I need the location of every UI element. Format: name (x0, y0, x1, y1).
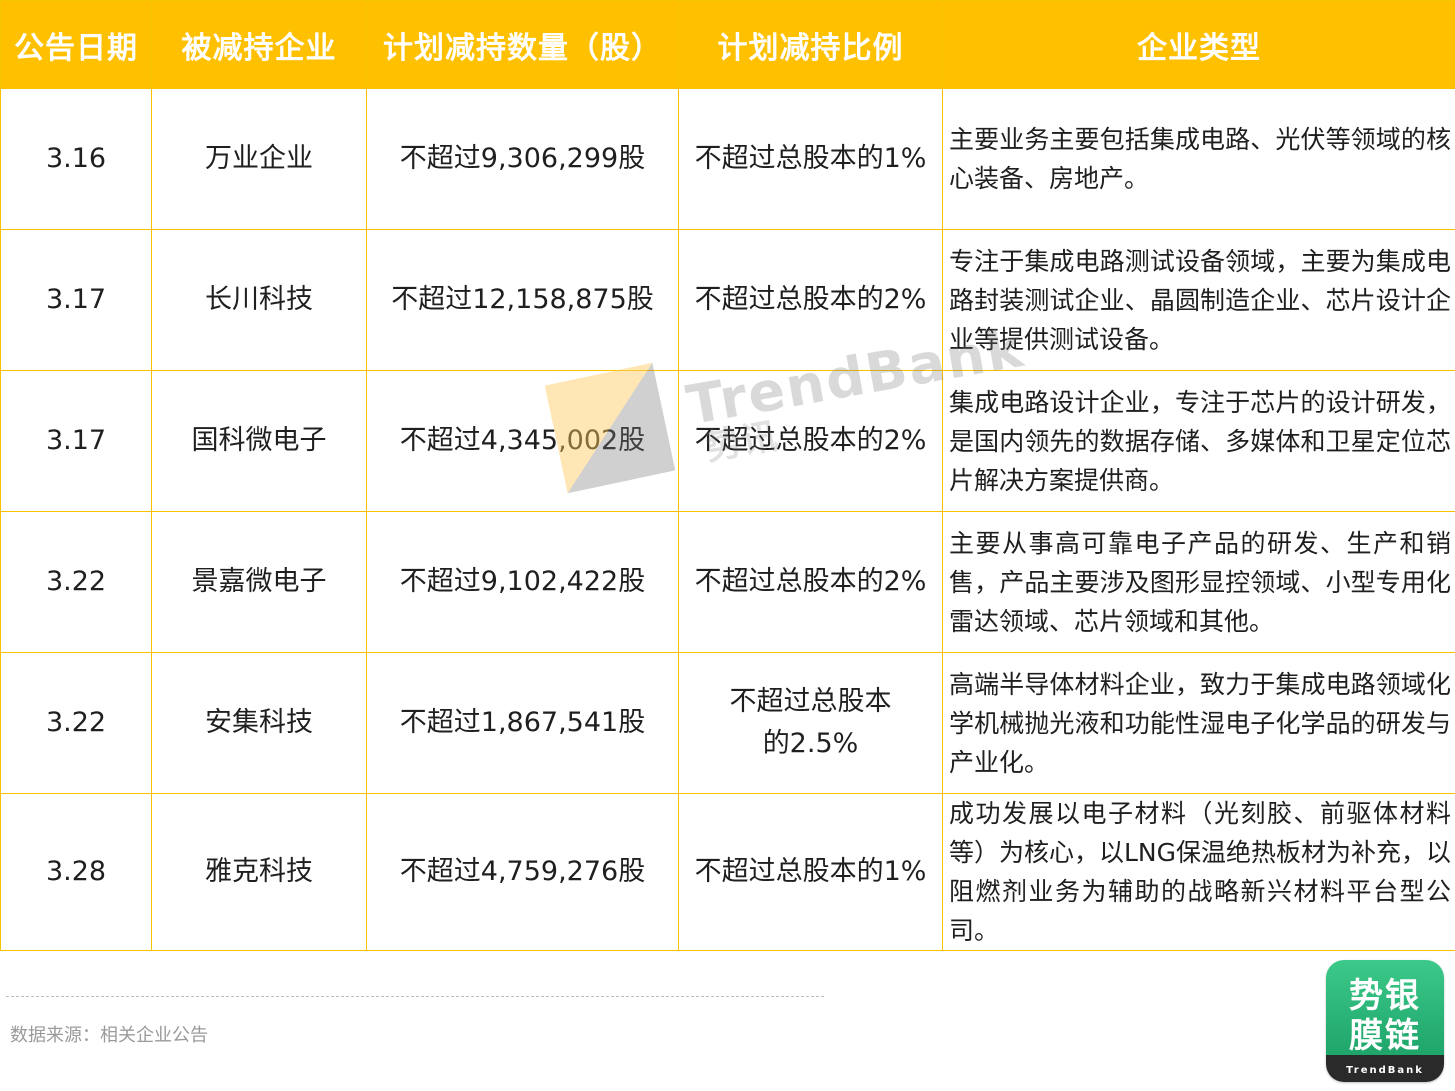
reduction-table: 公告日期 被减持企业 计划减持数量（股） 计划减持比例 企业类型 3.16 万业… (0, 0, 1455, 951)
cell-ratio: 不超过总股本的1% (678, 88, 943, 230)
cell-shares: 不超过9,306,299股 (366, 88, 679, 230)
cell-type: 高端半导体材料企业，致力于集成电路领域化学机械抛光液和功能性湿电子化学品的研发与… (942, 652, 1455, 794)
table-row: 3.22 景嘉微电子 不超过9,102,422股 不超过总股本的2% 主要从事高… (0, 511, 1455, 653)
cell-ratio: 不超过总股本的2.5% (678, 652, 943, 794)
cell-ratio: 不超过总股本的2% (678, 370, 943, 512)
cell-type: 成功发展以电子材料（光刻胶、前驱体材料等）为核心，以LNG保温绝热板材为补充，以… (942, 793, 1455, 951)
header-shares: 计划减持数量（股） (366, 0, 679, 89)
cell-company: 万业企业 (151, 88, 367, 230)
cell-ratio: 不超过总股本的2% (678, 229, 943, 371)
header-ratio: 计划减持比例 (678, 0, 943, 89)
cell-company: 景嘉微电子 (151, 511, 367, 653)
header-date: 公告日期 (0, 0, 152, 89)
cell-company: 雅克科技 (151, 793, 367, 951)
table-row: 3.22 安集科技 不超过1,867,541股 不超过总股本的2.5% 高端半导… (0, 652, 1455, 794)
cell-shares: 不超过4,345,002股 (366, 370, 679, 512)
table-row: 3.28 雅克科技 不超过4,759,276股 不超过总股本的1% 成功发展以电… (0, 793, 1455, 951)
cell-date: 3.16 (0, 88, 152, 230)
cell-shares: 不超过9,102,422股 (366, 511, 679, 653)
brand-logo: 势银 膜链 TrendBank (1326, 960, 1444, 1082)
cell-company: 国科微电子 (151, 370, 367, 512)
table-row: 3.16 万业企业 不超过9,306,299股 不超过总股本的1% 主要业务主要… (0, 88, 1455, 230)
cell-ratio: 不超过总股本的1% (678, 793, 943, 951)
cell-type: 主要业务主要包括集成电路、光伏等领域的核心装备、房地产。 (942, 88, 1455, 230)
logo-line2: 膜链 (1349, 1016, 1421, 1056)
cell-shares: 不超过1,867,541股 (366, 652, 679, 794)
header-type: 企业类型 (942, 0, 1455, 89)
cell-date: 3.28 (0, 793, 152, 951)
header-company: 被减持企业 (151, 0, 367, 89)
cell-type: 专注于集成电路测试设备领域，主要为集成电路封装测试企业、晶圆制造企业、芯片设计企… (942, 229, 1455, 371)
header-row: 公告日期 被减持企业 计划减持数量（股） 计划减持比例 企业类型 (0, 0, 1455, 89)
data-source: 数据来源：相关企业公告 (10, 1025, 208, 1046)
cell-shares: 不超过4,759,276股 (366, 793, 679, 951)
cell-date: 3.22 (0, 511, 152, 653)
cell-company: 安集科技 (151, 652, 367, 794)
cell-type: 集成电路设计企业，专注于芯片的设计研发，是国内领先的数据存储、多媒体和卫星定位芯… (942, 370, 1455, 512)
cell-ratio: 不超过总股本的2% (678, 511, 943, 653)
cell-date: 3.17 (0, 229, 152, 371)
table-row: 3.17 国科微电子 不超过4,345,002股 不超过总股本的2% 集成电路设… (0, 370, 1455, 512)
cell-date: 3.22 (0, 652, 152, 794)
cell-company: 长川科技 (151, 229, 367, 371)
cell-shares: 不超过12,158,875股 (366, 229, 679, 371)
table-row: 3.17 长川科技 不超过12,158,875股 不超过总股本的2% 专注于集成… (0, 229, 1455, 371)
cell-date: 3.17 (0, 370, 152, 512)
cell-type: 主要从事高可靠电子产品的研发、生产和销售，产品主要涉及图形显控领域、小型专用化雷… (942, 511, 1455, 653)
logo-foot: TrendBank (1346, 1065, 1424, 1076)
footer-divider (6, 996, 824, 997)
